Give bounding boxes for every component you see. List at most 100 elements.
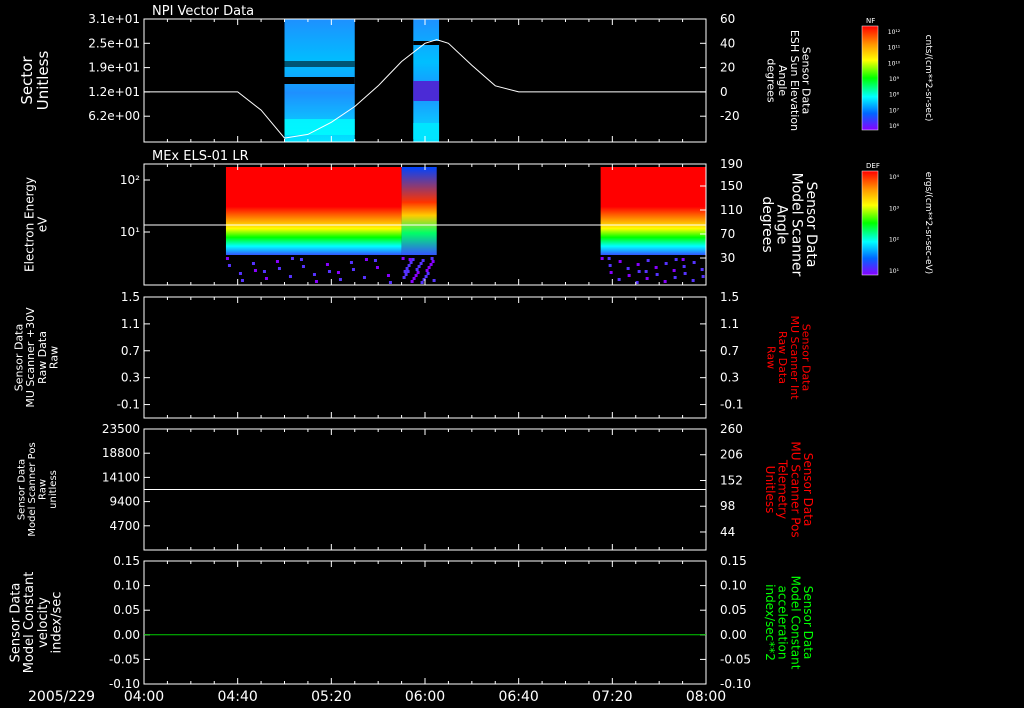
els-sparse-pixel (411, 258, 415, 261)
els-sparse-pixel (426, 272, 430, 275)
y-tick-label-right: 60 (720, 12, 735, 26)
y-tick-label-left: -0.1 (117, 398, 140, 412)
els-sparse-pixel (692, 261, 696, 264)
els-sparse-pixel (412, 277, 416, 280)
y-axis-label-right-line: Angle (774, 205, 790, 245)
els-sparse-pixel (419, 262, 423, 265)
colorbar-tick-label: 10⁷ (889, 107, 900, 114)
els-sparse-pixel (636, 263, 640, 266)
time-tick-label: 06:00 (405, 689, 445, 705)
y-tick-label-left: 9400 (109, 495, 140, 509)
y-tick-label-right: 150 (720, 179, 743, 193)
y-tick-label-left: 2.5e+01 (88, 36, 140, 50)
y-tick-label-right: 0.15 (720, 554, 747, 568)
els-sparse-pixel (407, 264, 411, 267)
panel-2: 10² 10¹ 190 150 110 70 30 MEx ELS-01 LR Electron… (23, 149, 819, 286)
npi-gap-band (284, 61, 355, 67)
els-sparse-pixel (402, 276, 406, 279)
y-tick-label-right: 70 (720, 227, 735, 241)
els-sparse-pixel (409, 261, 413, 264)
els-sparse-pixel (425, 269, 429, 272)
els-sparse-pixel (655, 273, 659, 276)
panel-title: NPI Vector Data (152, 4, 254, 19)
els-sparse-pixel (414, 274, 418, 277)
els-sparse-pixel (654, 266, 658, 269)
y-axis-label-right-line: Sensor Data (803, 182, 819, 268)
els-sparse-pixel (700, 268, 704, 271)
els-sparse-pixel (427, 266, 431, 269)
els-sparse-pixel (430, 257, 434, 260)
y-tick-label-right: 0.10 (720, 579, 747, 593)
y-tick-label-left: 0.3 (121, 371, 140, 385)
colorbar-tick-label: 10⁴ (889, 174, 900, 181)
els-sparse-pixel (627, 274, 631, 277)
els-sparse-pixel (417, 265, 421, 268)
els-sparse-pixel (264, 277, 268, 280)
y-axis-label-left: Sensor DataMU Scanner +30VRaw DataRaw (13, 307, 61, 408)
els-sparse-pixel (663, 280, 667, 283)
els-sparse-pixel (386, 274, 390, 277)
y-axis-label-left-line: Raw (47, 346, 60, 369)
y-tick-label-left: 6.2e+00 (88, 109, 140, 123)
y-tick-label-left: 18800 (102, 446, 140, 460)
y-tick-label-left: -0.05 (109, 652, 140, 666)
colorbar-unit-text: ergs/(cm**2-sr-sec-eV) (923, 172, 933, 274)
colorbar-title: DEF (866, 162, 880, 170)
colorbar-tick-label: 10¹⁰ (888, 60, 901, 67)
els-sparse-pixel (691, 279, 695, 282)
els-sparse-pixel (301, 265, 305, 268)
els-sparse-pixel (275, 260, 279, 263)
y-axis-label-left: Sensor DataModel Constantvelocityindex/s… (9, 572, 65, 674)
els-sparse-pixel (637, 270, 641, 273)
y-tick-label-left: 0.05 (113, 603, 140, 617)
time-tick-label: 08:00 (686, 689, 726, 705)
y-tick-label-right: 98 (720, 499, 735, 513)
y-tick-label-left: 1.2e+01 (88, 85, 140, 99)
els-spectrogram-block (401, 167, 437, 255)
colorbar-tick-label: 10³ (889, 205, 900, 212)
els-sparse-pixel (431, 260, 435, 263)
y-axis-label-right-line: degrees (765, 58, 778, 103)
els-sparse-pixel (238, 272, 242, 275)
els-sparse-pixel (351, 268, 355, 271)
els-sparse-pixel (277, 267, 281, 270)
els-sparse-pixel (682, 265, 686, 268)
els-spectrogram-block (225, 167, 402, 255)
y-tick-label-left: 0.00 (113, 628, 140, 642)
y-tick-label-left: 1.1 (121, 317, 140, 331)
els-sparse-pixel (672, 269, 676, 272)
els-sparse-pixel (646, 259, 650, 262)
y-tick-label-right: -20 (720, 109, 740, 123)
els-sparse-pixel (681, 258, 685, 261)
els-sparse-pixel (421, 259, 425, 262)
colorbar-def: DEF 10⁴ 10³ 10² 10¹ ergs/(cm**2-sr-sec-eV) (861, 162, 933, 276)
panel-1: 3.1e+01 2.5e+01 1.9e+01 1.2e+01 6.2e+00 60 40 2… (18, 4, 812, 143)
els-sparse-pixel (403, 270, 407, 273)
time-tick-label: 04:40 (217, 689, 257, 705)
y-axis-label-right: Sensor DataModel ScannerAngledegrees (759, 173, 819, 277)
time-tick-label: 06:40 (498, 689, 538, 705)
time-tick-label: 04:00 (124, 689, 164, 705)
y-axis-label-left-line: Model Scanner Pos (27, 442, 38, 536)
els-sparse-pixel (336, 271, 340, 274)
els-sparse-pixel (299, 258, 303, 261)
time-tick-label: 05:20 (311, 689, 351, 705)
els-sparse-pixel (290, 257, 294, 260)
y-axis-label-left-line: unitless (48, 470, 59, 509)
colorbar-tick-label: 10¹ (889, 268, 900, 275)
y-axis-label-left-line: index/sec (49, 592, 64, 654)
y-axis-label-left-line: Raw (37, 479, 48, 500)
els-sparse-pixel (600, 257, 604, 260)
els-sparse-pixel (674, 258, 678, 261)
npi-dark-band (413, 81, 440, 101)
y-axis-label-right-line: index/sec**2 (763, 584, 777, 661)
els-spectrogram-block (600, 167, 706, 255)
y-axis-label-left: Sensor Data Model Scanner Pos Raw unitless (16, 442, 59, 536)
y-tick-label-left: 1.5 (121, 290, 140, 304)
els-sparse-pixel (424, 275, 428, 278)
colorbar-tick-label: 10⁶ (889, 123, 900, 130)
y-axis-label-left: Electron EnergyeV (23, 177, 50, 272)
els-sparse-pixel (617, 278, 621, 281)
y-tick-label-left: 1.9e+01 (88, 61, 140, 75)
y-tick-label-right: 30 (720, 251, 735, 265)
